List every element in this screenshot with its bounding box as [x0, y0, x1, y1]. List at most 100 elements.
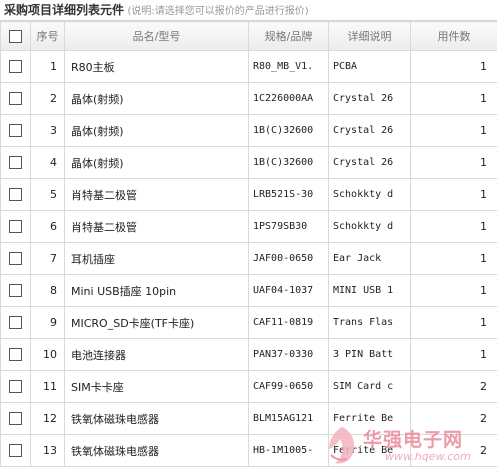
row-checkbox[interactable] — [0, 210, 31, 243]
row-description: SIM Card c — [328, 370, 411, 403]
row-checkbox[interactable] — [0, 274, 31, 307]
row-description: Schokkty d — [328, 210, 411, 243]
row-spec: R80_MB_V1. — [248, 50, 329, 83]
row-name: 晶体(射频) — [64, 146, 249, 179]
row-description: Ferrite Be — [328, 402, 411, 435]
checkbox-box[interactable] — [9, 316, 22, 330]
page-note: (说明:请选择您可以报价的产品进行报价) — [127, 6, 309, 17]
table-row[interactable]: 11 SIM卡卡座 CAF99-0650 SIM Card c2 — [0, 370, 497, 403]
table-row[interactable]: 13 铁氧体磁珠电感器 HB-1M1005- Ferrite Be 2 — [0, 434, 497, 467]
row-number: 10 — [30, 338, 65, 371]
column-header-spec[interactable]: 规格/品牌 — [248, 21, 329, 51]
row-checkbox[interactable] — [0, 306, 31, 339]
row-description: Crystal 26 — [328, 82, 411, 115]
checkbox-box[interactable] — [9, 124, 22, 138]
row-number: 5 — [30, 178, 65, 211]
row-spec: LRB521S-30 — [248, 178, 329, 211]
column-header-qty[interactable]: 用件数 — [410, 21, 497, 51]
row-description: PCBA — [328, 50, 411, 83]
checkbox-box[interactable] — [9, 412, 22, 426]
row-quantity: 1 — [410, 242, 497, 275]
table-row[interactable]: 9 MICRO_SD卡座(TF卡座) CAF11-0819 Trans Flas 1 — [0, 306, 497, 339]
checkbox-box[interactable] — [9, 188, 22, 202]
table-row[interactable]: 3 晶体(射频) 1B(C)32600 Crystal 26 1 — [0, 114, 497, 147]
row-checkbox[interactable] — [0, 146, 31, 179]
row-number: 3 — [30, 114, 65, 147]
checkbox-box[interactable] — [9, 284, 22, 298]
row-quantity: 2 — [410, 434, 497, 467]
checkbox-box[interactable] — [9, 60, 22, 74]
row-spec: 1C226000AA — [248, 82, 329, 115]
checkbox-box[interactable] — [9, 380, 22, 394]
row-checkbox[interactable] — [0, 370, 31, 403]
row-spec: PAN37-0330 — [248, 338, 329, 371]
row-quantity: 1 — [410, 274, 497, 307]
checkbox-box[interactable] — [9, 156, 22, 170]
checkbox-box[interactable] — [9, 29, 22, 43]
table-row[interactable]: 10 电池连接器 PAN37-0330 3 PIN Batt 1 — [0, 338, 497, 371]
row-spec: CAF99-0650 — [248, 370, 329, 403]
row-description: Ferrite Be — [328, 434, 411, 467]
column-header-no[interactable]: 序号 — [30, 21, 65, 51]
row-description: Ear Jack — [328, 242, 411, 275]
row-number: 4 — [30, 146, 65, 179]
row-checkbox[interactable] — [0, 82, 31, 115]
row-spec: JAF00-0650 — [248, 242, 329, 275]
row-quantity: 1 — [410, 338, 497, 371]
row-checkbox[interactable] — [0, 338, 31, 371]
column-header-name[interactable]: 品名/型号 — [64, 21, 249, 51]
table-row[interactable]: 5 肖特基二极管 LRB521S-30 Schokkty d1 — [0, 178, 497, 211]
page-header: 采购项目详细列表元件 (说明:请选择您可以报价的产品进行报价) — [0, 0, 497, 21]
row-name: MICRO_SD卡座(TF卡座) — [64, 306, 249, 339]
row-quantity: 1 — [410, 306, 497, 339]
row-checkbox[interactable] — [0, 50, 31, 83]
row-quantity: 1 — [410, 178, 497, 211]
row-number: 1 — [30, 50, 65, 83]
checkbox-box[interactable] — [9, 252, 22, 266]
table-row[interactable]: 8 Mini USB插座 10pin UAF04-1037 MINI USB 11 — [0, 274, 497, 307]
row-quantity: 1 — [410, 146, 497, 179]
table-row[interactable]: 1 R80主板 R80_MB_V1. PCBA 1 — [0, 50, 497, 83]
row-checkbox[interactable] — [0, 178, 31, 211]
table-row[interactable]: 12 铁氧体磁珠电感器 BLM15AG121 Ferrite Be 2 — [0, 402, 497, 435]
row-spec: BLM15AG121 — [248, 402, 329, 435]
row-name: 耳机插座 — [64, 242, 249, 275]
row-checkbox[interactable] — [0, 402, 31, 435]
row-spec: 1PS79SB30 — [248, 210, 329, 243]
checkbox-box[interactable] — [9, 92, 22, 106]
row-spec: CAF11-0819 — [248, 306, 329, 339]
table-row[interactable]: 2 晶体(射频) 1C226000AA Crystal 26 1 — [0, 82, 497, 115]
select-all-checkbox[interactable] — [0, 21, 31, 51]
table-row[interactable]: 7 耳机插座 JAF00-0650 Ear Jack 1 — [0, 242, 497, 275]
row-name: 晶体(射频) — [64, 114, 249, 147]
table-row[interactable]: 6 肖特基二极管 1PS79SB30 Schokkty d1 — [0, 210, 497, 243]
row-number: 2 — [30, 82, 65, 115]
row-quantity: 1 — [410, 114, 497, 147]
row-name: SIM卡卡座 — [64, 370, 249, 403]
item-table: 序号 品名/型号 规格/品牌 详细说明 用件数 1 R80主板 R80_MB_V1.… — [0, 21, 497, 467]
checkbox-box[interactable] — [9, 348, 22, 362]
row-name: 电池连接器 — [64, 338, 249, 371]
row-description: Crystal 26 — [328, 114, 411, 147]
checkbox-box[interactable] — [9, 220, 22, 234]
row-checkbox[interactable] — [0, 242, 31, 275]
row-number: 11 — [30, 370, 65, 403]
row-name: 肖特基二极管 — [64, 210, 249, 243]
row-description: Schokkty d — [328, 178, 411, 211]
row-description: 3 PIN Batt — [328, 338, 411, 371]
column-header-desc[interactable]: 详细说明 — [328, 21, 411, 51]
row-checkbox[interactable] — [0, 114, 31, 147]
row-checkbox[interactable] — [0, 434, 31, 467]
row-name: R80主板 — [64, 50, 249, 83]
row-quantity: 1 — [410, 210, 497, 243]
row-spec: HB-1M1005- — [248, 434, 329, 467]
row-name: 晶体(射频) — [64, 82, 249, 115]
row-number: 9 — [30, 306, 65, 339]
row-number: 12 — [30, 402, 65, 435]
row-name: 铁氧体磁珠电感器 — [64, 402, 249, 435]
checkbox-box[interactable] — [9, 444, 22, 458]
row-description: MINI USB 1 — [328, 274, 411, 307]
row-name: 铁氧体磁珠电感器 — [64, 434, 249, 467]
table-row[interactable]: 4 晶体(射频) 1B(C)32600 Crystal 26 1 — [0, 146, 497, 179]
row-number: 8 — [30, 274, 65, 307]
